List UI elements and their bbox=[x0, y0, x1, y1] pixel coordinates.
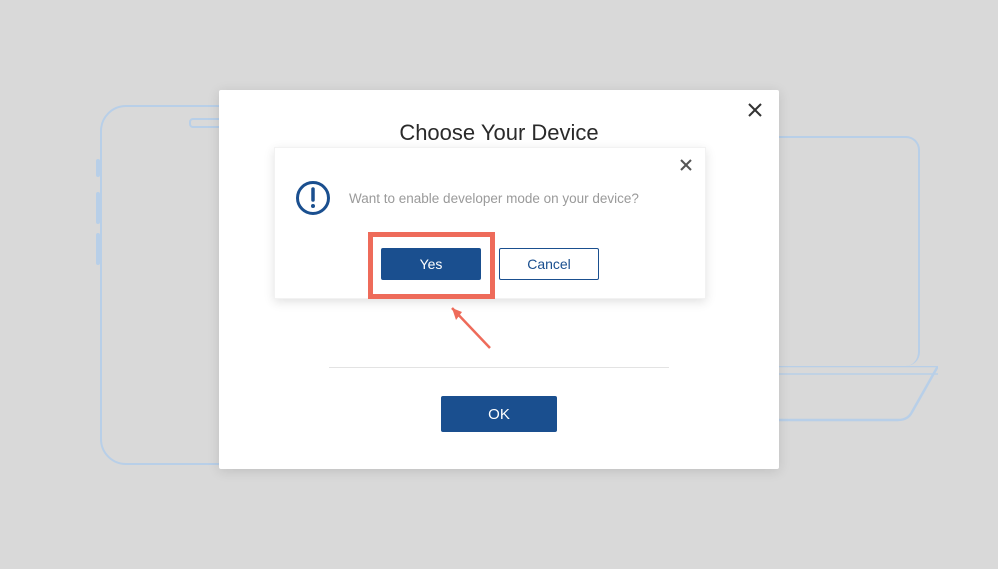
choose-device-modal: Choose Your Device Want to enable develo… bbox=[219, 90, 779, 469]
phone-side-button bbox=[96, 192, 100, 224]
phone-side-button bbox=[96, 233, 100, 265]
confirm-developer-mode-dialog: Want to enable developer mode on your de… bbox=[274, 147, 706, 299]
dialog-body: Want to enable developer mode on your de… bbox=[275, 148, 705, 216]
close-button[interactable] bbox=[745, 100, 765, 120]
yes-button[interactable]: Yes bbox=[381, 248, 481, 280]
ok-button[interactable]: OK bbox=[441, 396, 557, 432]
phone-side-button bbox=[96, 159, 100, 177]
close-button[interactable] bbox=[677, 156, 695, 174]
close-icon bbox=[680, 159, 692, 171]
dialog-button-row: Yes Cancel bbox=[275, 248, 705, 280]
cancel-button[interactable]: Cancel bbox=[499, 248, 599, 280]
dialog-message: Want to enable developer mode on your de… bbox=[349, 191, 639, 206]
info-icon bbox=[295, 180, 331, 216]
divider bbox=[329, 367, 669, 368]
close-icon bbox=[748, 103, 762, 117]
modal-title: Choose Your Device bbox=[219, 90, 779, 146]
